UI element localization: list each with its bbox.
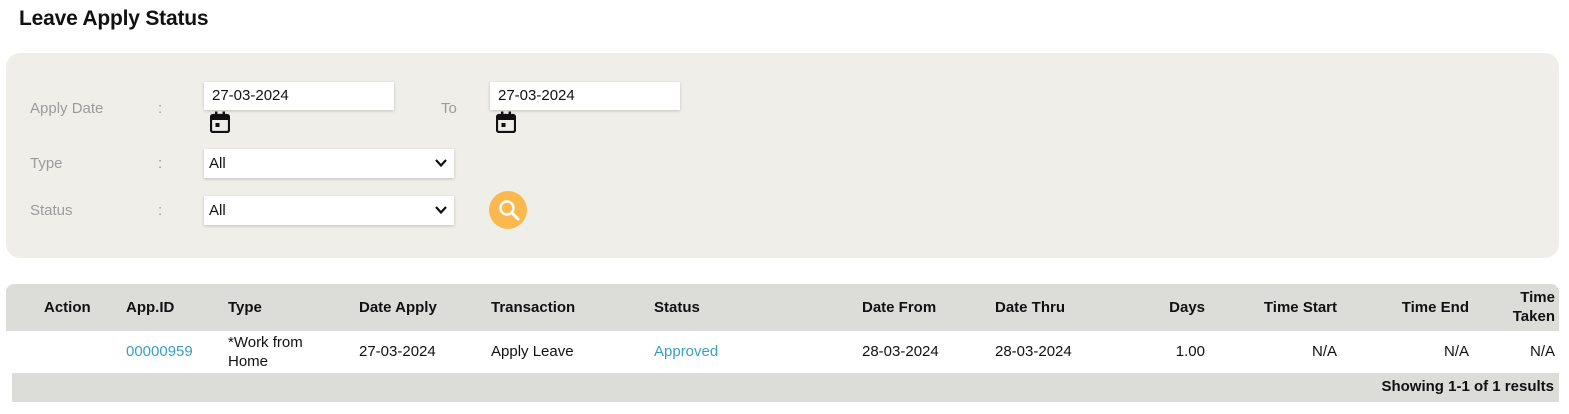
header-app-id: App.ID <box>126 299 175 316</box>
row-date-apply: 27-03-2024 <box>359 343 436 360</box>
calendar-icon[interactable] <box>495 111 517 134</box>
header-days: Days <box>1169 299 1205 316</box>
colon: : <box>158 155 163 172</box>
header-time-end: Time End <box>1401 299 1469 316</box>
status-link[interactable]: Approved <box>654 343 718 360</box>
search-icon <box>499 200 520 221</box>
chevron-down-icon <box>435 206 447 215</box>
app-id-link[interactable]: 00000959 <box>126 343 193 360</box>
header-date-apply: Date Apply <box>359 299 437 316</box>
row-type-line2: Home <box>228 353 269 370</box>
row-time-end: N/A <box>1443 343 1469 360</box>
header-status: Status <box>654 299 700 316</box>
type-label: Type <box>30 155 63 172</box>
status-select[interactable]: All <box>204 196 454 225</box>
page-title: Leave Apply Status <box>19 7 209 30</box>
row-time-start: N/A <box>1311 343 1337 360</box>
to-label: To <box>441 100 457 117</box>
header-date-from: Date From <box>862 299 937 316</box>
row-date-thru: 28-03-2024 <box>995 343 1072 360</box>
apply-date-to-input[interactable]: 27-03-2024 <box>490 82 680 110</box>
type-select-value: All <box>209 155 226 172</box>
chevron-down-icon <box>435 159 447 168</box>
header-time-taken-line1: Time <box>1520 289 1555 306</box>
header-transaction: Transaction <box>491 299 576 316</box>
row-days: 1.00 <box>1175 343 1205 360</box>
filter-panel: Apply Date : 27-03-2024 To 27-03-2024 Ty… <box>6 53 1559 258</box>
status-label: Status <box>30 202 73 219</box>
colon: : <box>158 202 163 219</box>
apply-date-from-input[interactable]: 27-03-2024 <box>204 82 394 110</box>
status-select-value: All <box>209 202 226 219</box>
row-type-line1: *Work from <box>228 334 303 351</box>
row-transaction: Apply Leave <box>491 343 574 360</box>
header-time-start: Time Start <box>1263 299 1337 316</box>
type-select[interactable]: All <box>204 149 454 178</box>
header-time-taken-line2: Taken <box>1512 308 1555 325</box>
results-count: Showing 1-1 of 1 results <box>1381 378 1554 395</box>
apply-date-label: Apply Date <box>30 100 104 117</box>
pagination-footer: Showing 1-1 of 1 results <box>12 373 1559 402</box>
row-date-from: 28-03-2024 <box>862 343 939 360</box>
row-time-taken: N/A <box>1529 343 1555 360</box>
header-action: Action <box>44 299 91 316</box>
calendar-icon[interactable] <box>209 111 231 134</box>
header-date-thru: Date Thru <box>995 299 1066 316</box>
table-header: Action App.ID Type Date Apply Transactio… <box>6 284 1559 331</box>
colon: : <box>158 100 163 117</box>
search-button[interactable] <box>489 191 527 229</box>
header-type: Type <box>228 299 262 316</box>
